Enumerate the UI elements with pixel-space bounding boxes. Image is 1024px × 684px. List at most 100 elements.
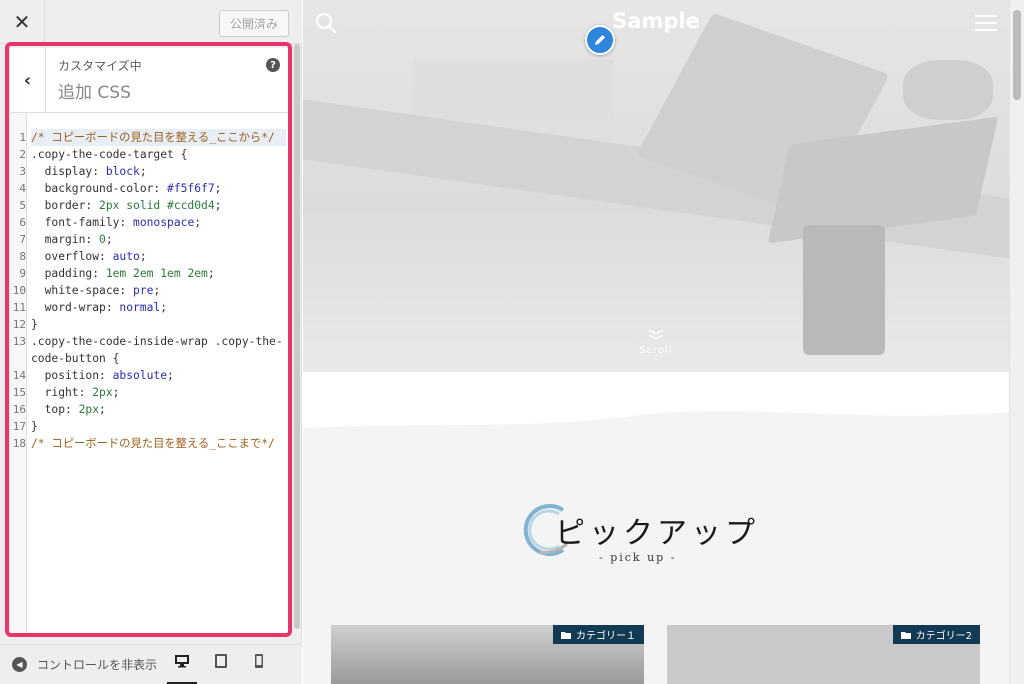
code-line: 8 overflow: auto; xyxy=(10,248,288,265)
folder-icon xyxy=(561,631,571,639)
line-number: 17 xyxy=(12,420,26,433)
category-label: カテゴリー2 xyxy=(915,631,972,642)
help-icon[interactable]: ? xyxy=(266,58,280,72)
code-comment: /* コピーボードの見た目を整える_ここから*/ xyxy=(31,131,275,144)
post-card[interactable]: カテゴリー2 xyxy=(667,625,980,684)
code-lines: 1 /* コピーボードの見た目を整える_ここから*/ 2 .copy-the-code… xyxy=(10,129,288,452)
code-property: border: xyxy=(31,199,100,212)
code-text: position: absolute; xyxy=(31,367,286,384)
code-property: right: xyxy=(31,386,93,399)
code-property: top: xyxy=(31,403,79,416)
section-header: ‹ カスタマイズ中 追加 CSS ? xyxy=(10,48,288,113)
hero-plant-shape xyxy=(903,60,993,120)
line-number: 6 xyxy=(19,216,26,229)
code-property: display: xyxy=(31,165,106,178)
line-number: 12 xyxy=(12,318,26,331)
customizer-footer: ◀ コントロールを非表示 xyxy=(0,644,302,684)
edit-shortcut-button[interactable] xyxy=(585,25,615,55)
line-number: 1 xyxy=(19,131,26,144)
pencil-icon xyxy=(595,35,605,45)
code-punct: ; xyxy=(207,267,215,280)
code-comment: /* コピーボードの見た目を整える_ここまで*/ xyxy=(31,437,275,450)
code-punct: ; xyxy=(160,301,168,314)
code-punct: ; xyxy=(194,216,202,229)
code-value: auto xyxy=(112,250,140,263)
category-label: カテゴリー１ xyxy=(576,631,636,642)
code-value: 2px solid #ccd0d4 xyxy=(99,199,215,212)
close-icon[interactable]: ✕ xyxy=(0,0,45,44)
customizer-header: ✕ 公開済み xyxy=(0,0,302,44)
line-number: 11 xyxy=(12,301,26,314)
pickup-subtitle: - pick up - xyxy=(599,551,677,564)
code-text: margin: 0; xyxy=(31,231,286,248)
code-line: 10 white-space: pre; xyxy=(10,282,288,299)
scrollbar-thumb[interactable] xyxy=(1013,10,1021,100)
code-punct: ; xyxy=(112,386,120,399)
code-text: } xyxy=(31,418,286,435)
code-text: display: block; xyxy=(31,163,286,180)
code-line: 15 right: 2px; xyxy=(10,384,288,401)
code-text: .copy-the-code-inside-wrap .copy-the-cod… xyxy=(31,333,286,367)
code-text: right: 2px; xyxy=(31,384,286,401)
section-breadcrumb: カスタマイズ中 xyxy=(58,59,142,73)
line-number: 14 xyxy=(12,369,26,382)
code-text: } xyxy=(31,316,286,333)
line-number: 4 xyxy=(19,182,26,195)
code-line: 3 display: block; xyxy=(10,163,288,180)
code-punct: ; xyxy=(139,165,147,178)
publish-button[interactable]: 公開済み xyxy=(218,10,289,37)
customizer-sidebar: ✕ 公開済み ‹ カスタマイズ中 追加 CSS ? 1 /* コピーボードの見た目… xyxy=(0,0,302,684)
code-punct: ; xyxy=(214,199,222,212)
code-text: /* コピーボードの見た目を整える_ここから*/ xyxy=(31,129,286,146)
line-number: 18 xyxy=(12,437,26,450)
code-text: top: 2px; xyxy=(31,401,286,418)
code-property: margin: xyxy=(31,233,100,246)
code-property: position: xyxy=(31,369,113,382)
code-selector: } xyxy=(31,318,38,331)
code-value: pre xyxy=(133,284,154,297)
code-text: padding: 1em 2em 1em 2em; xyxy=(31,265,286,282)
category-badge[interactable]: カテゴリー2 xyxy=(892,625,980,644)
pickup-heading: ピックアップ - pick up - xyxy=(519,500,779,570)
line-number: 9 xyxy=(19,267,26,280)
desktop-icon xyxy=(175,655,189,668)
code-punct: ; xyxy=(139,250,147,263)
chevron-down-icon xyxy=(648,329,664,340)
tablet-icon xyxy=(215,654,227,668)
scroll-indicator[interactable]: Scroll xyxy=(626,328,686,356)
section-title: 追加 CSS xyxy=(58,83,131,103)
code-text: border: 2px solid #ccd0d4; xyxy=(31,197,286,214)
code-text: overflow: auto; xyxy=(31,248,286,265)
hamburger-menu-icon[interactable] xyxy=(975,15,997,35)
code-value: block xyxy=(105,165,140,178)
code-value: monospace xyxy=(133,216,195,229)
folder-icon xyxy=(900,631,911,639)
search-icon[interactable] xyxy=(315,12,337,38)
code-line: 6 font-family: monospace; xyxy=(10,214,288,231)
back-icon[interactable]: ‹ xyxy=(10,48,46,113)
code-property: background-color: xyxy=(31,182,168,195)
desktop-preview-button[interactable] xyxy=(167,653,197,684)
sidebar-scrollbar[interactable] xyxy=(294,44,300,629)
code-value: 2px xyxy=(92,386,113,399)
category-badge[interactable]: カテゴリー１ xyxy=(553,625,644,644)
code-text: font-family: monospace; xyxy=(31,214,286,231)
code-value: 2px xyxy=(78,403,100,416)
css-code-editor[interactable]: 1 /* コピーボードの見た目を整える_ここから*/ 2 .copy-the-code… xyxy=(10,113,288,633)
code-line: 9 padding: 1em 2em 1em 2em; xyxy=(10,265,288,282)
hide-controls-label: コントロールを非表示 xyxy=(37,658,158,672)
code-selector: } xyxy=(31,420,38,433)
code-selector: .copy-the-code-inside-wrap .copy-the-cod… xyxy=(31,335,283,365)
code-line: 2 .copy-the-code-target { xyxy=(10,146,288,163)
tablet-preview-button[interactable] xyxy=(206,653,236,684)
hero-books-shape xyxy=(413,60,613,120)
code-value: normal xyxy=(119,301,161,314)
post-card[interactable]: カテゴリー１ xyxy=(331,625,644,684)
preview-scrollbar[interactable] xyxy=(1009,0,1024,684)
code-line: 18 /* コピーボードの見た目を整える_ここまで*/ xyxy=(10,435,288,452)
hide-controls-button[interactable]: ◀ コントロールを非表示 xyxy=(12,656,162,673)
mobile-preview-button[interactable] xyxy=(244,653,274,684)
code-property: font-family: xyxy=(31,216,134,229)
code-property: word-wrap: xyxy=(31,301,120,314)
site-title[interactable]: Sample xyxy=(303,9,1009,33)
